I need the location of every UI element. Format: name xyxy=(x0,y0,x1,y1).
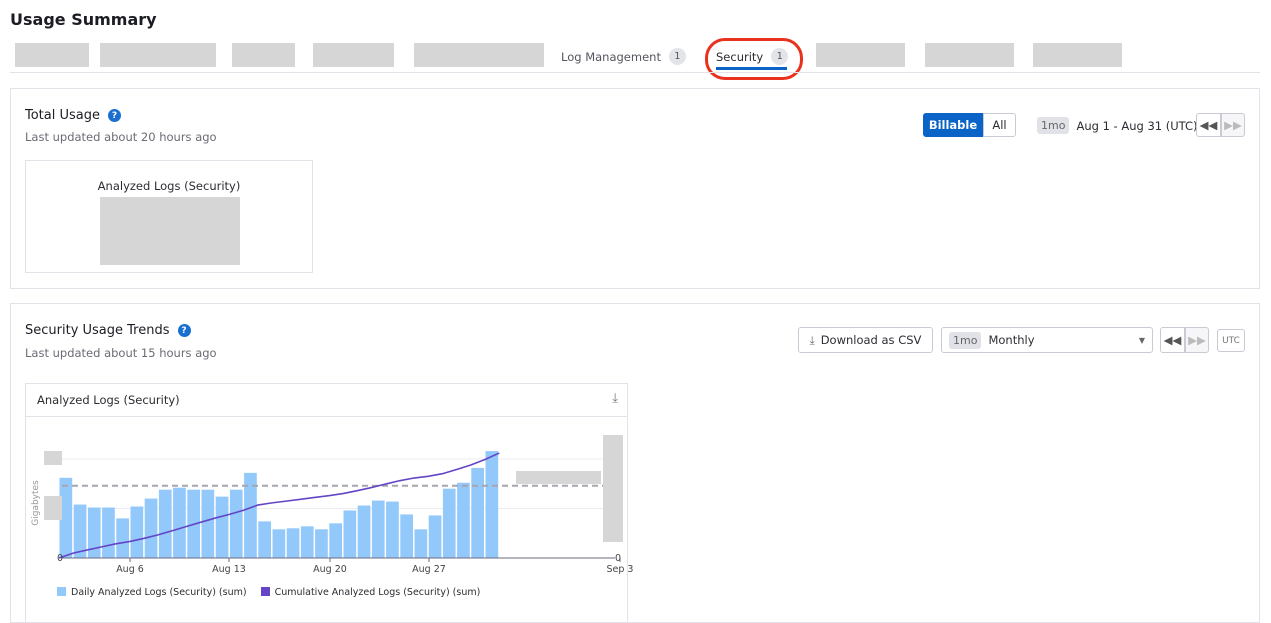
bar xyxy=(201,489,215,558)
x-tick-label: Aug 13 xyxy=(212,564,246,575)
bar xyxy=(343,510,357,558)
bar xyxy=(315,529,328,558)
bar xyxy=(102,507,115,558)
x-tick-label: Aug 27 xyxy=(412,564,446,575)
bar xyxy=(116,518,129,558)
redacted-block xyxy=(516,471,601,484)
bar xyxy=(286,528,300,558)
bar xyxy=(386,501,399,558)
bar xyxy=(471,467,484,558)
bar xyxy=(229,489,243,558)
bar xyxy=(173,487,186,558)
bar xyxy=(371,500,385,558)
bar xyxy=(158,489,172,558)
y-tick-label: 0 xyxy=(57,553,63,564)
bar xyxy=(272,529,286,558)
bar xyxy=(457,482,470,558)
bar xyxy=(144,498,158,558)
x-tick-label: Aug 6 xyxy=(116,564,144,575)
bar xyxy=(428,515,442,558)
bar xyxy=(357,505,371,558)
bar xyxy=(130,506,144,558)
bar xyxy=(258,521,271,558)
usage-chart: Aug 6 Aug 13 Aug 20 Aug 27 Sep 30 0Gigabytes xyxy=(31,435,634,575)
y-axis-label: Gigabytes xyxy=(31,480,41,526)
bar xyxy=(87,507,101,558)
x-tick-label: Sep 3 xyxy=(607,564,634,575)
bar xyxy=(300,526,314,558)
bar xyxy=(400,514,413,558)
bar xyxy=(485,451,499,558)
bar xyxy=(414,529,428,558)
bar xyxy=(329,523,342,558)
y-right-tick-label: 0 xyxy=(615,553,621,564)
redacted-block xyxy=(603,435,623,542)
redacted-block xyxy=(44,451,62,465)
bar xyxy=(442,488,456,558)
x-tick-label: Aug 20 xyxy=(313,564,347,575)
redacted-block xyxy=(44,496,62,520)
bar xyxy=(215,496,229,558)
